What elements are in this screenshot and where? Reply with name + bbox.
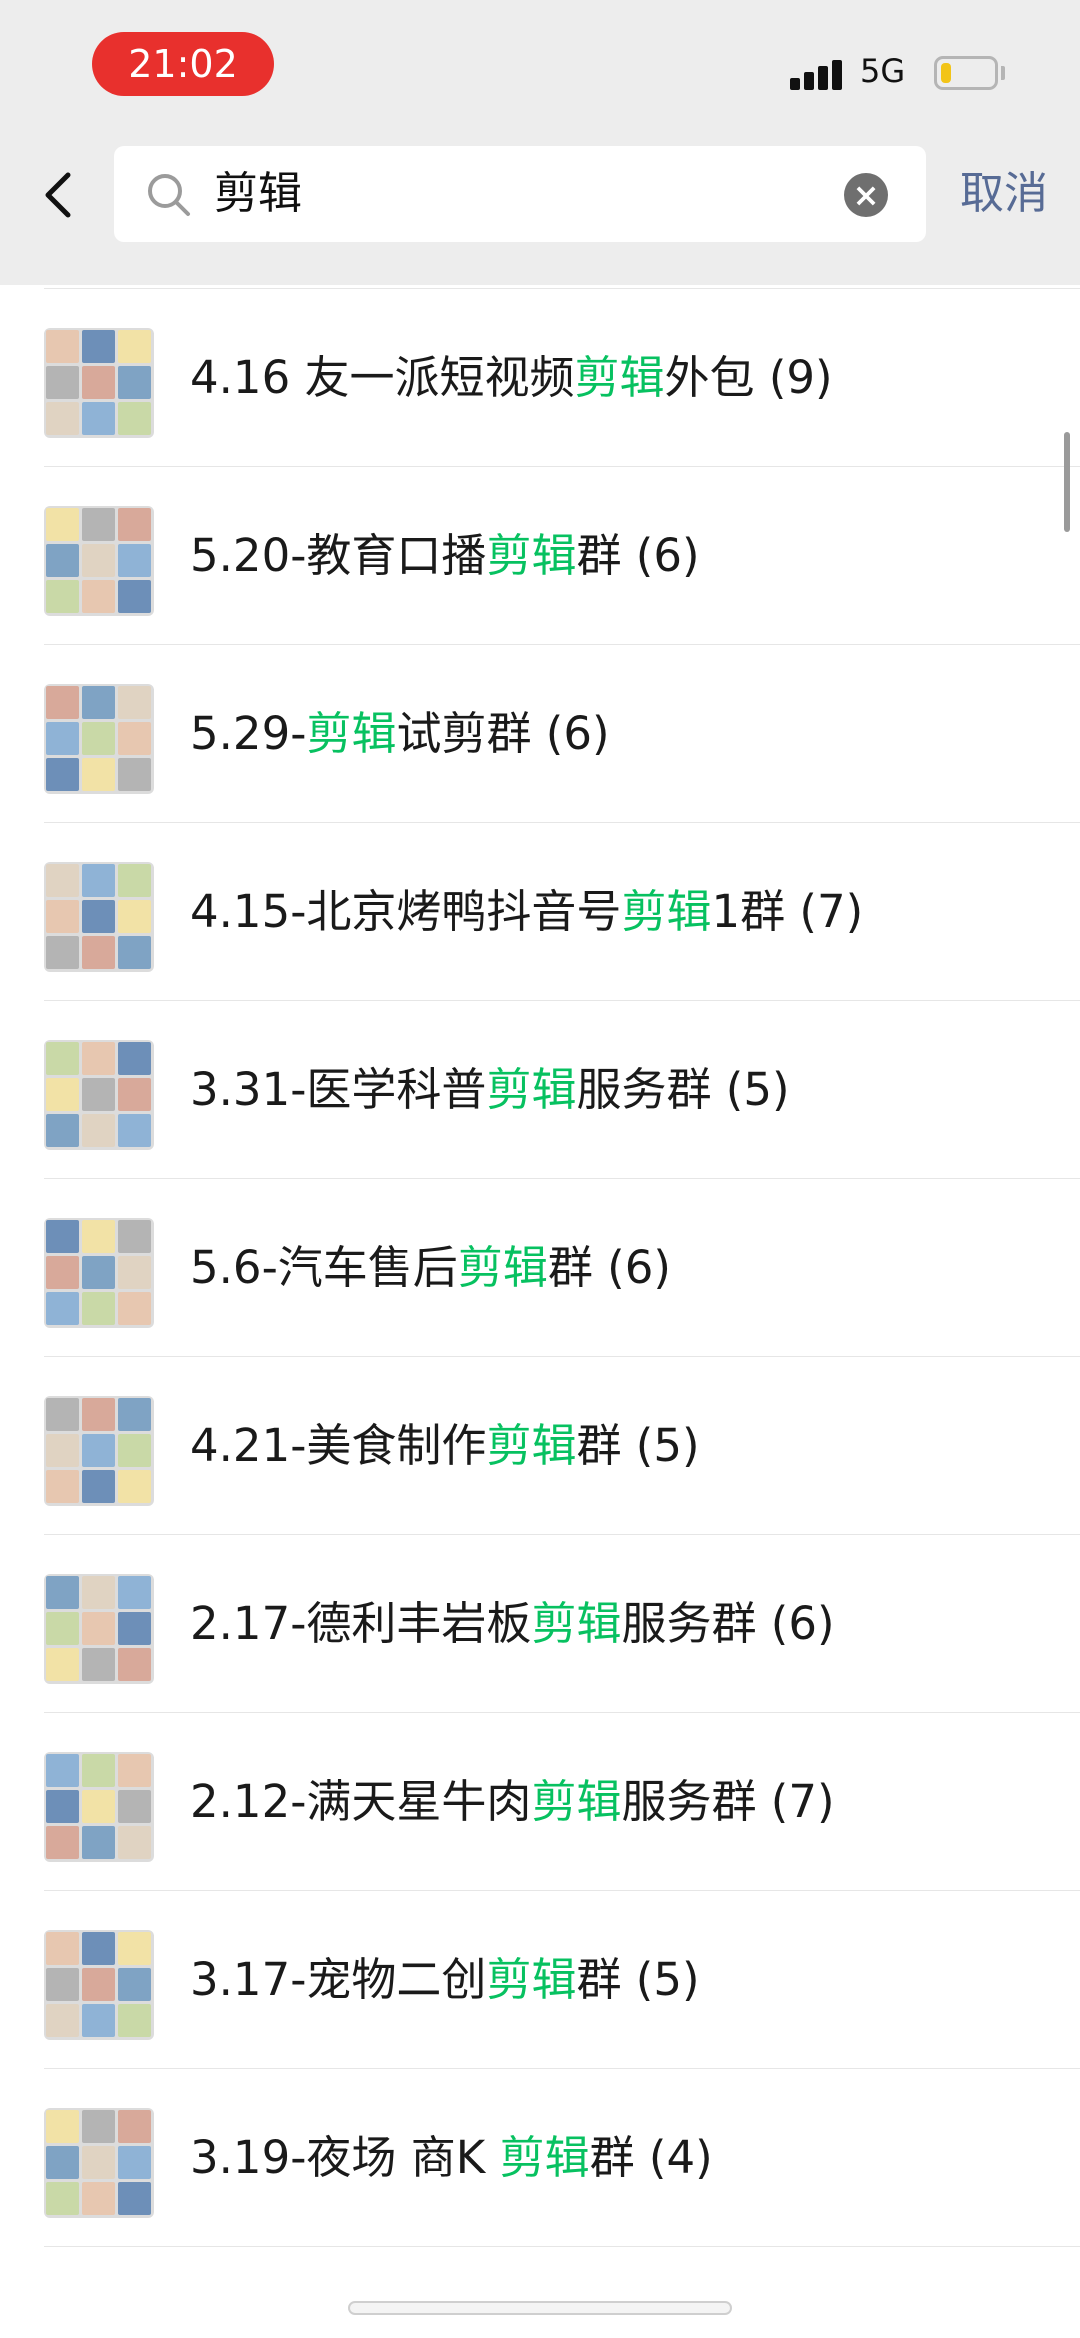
match-highlight: 剪辑 — [531, 1597, 622, 1650]
member-count: (6) — [531, 707, 610, 760]
status-time[interactable]: 21:02 — [92, 32, 274, 96]
list-item[interactable]: 3.31-医学科普剪辑服务群 (5) — [44, 1001, 1080, 1179]
group-avatar — [44, 1040, 154, 1150]
match-highlight: 剪辑 — [306, 707, 397, 760]
list-item[interactable]: 2.17-德利丰岩板剪辑服务群 (6) — [44, 1535, 1080, 1713]
list-item[interactable]: 3.17-宠物二创剪辑群 (5) — [44, 1891, 1080, 2069]
group-name: 5.20-教育口播剪辑群 (6) — [190, 529, 700, 582]
group-avatar — [44, 1218, 154, 1328]
header: 21:02 5G 剪辑 × 取消 — [0, 0, 1080, 285]
list-item[interactable]: 4.16 友一派短视频剪辑外包 (9) — [44, 289, 1080, 467]
group-name: 3.31-医学科普剪辑服务群 (5) — [190, 1063, 790, 1116]
network-type: 5G — [860, 52, 906, 90]
group-avatar — [44, 1574, 154, 1684]
group-avatar — [44, 1930, 154, 2040]
group-avatar — [44, 328, 154, 438]
list-item[interactable]: 4.15-北京烤鸭抖音号剪辑1群 (7) — [44, 823, 1080, 1001]
member-count: (6) — [592, 1241, 671, 1294]
group-avatar — [44, 1752, 154, 1862]
match-highlight: 剪辑 — [499, 2131, 590, 2184]
member-count: (5) — [621, 1953, 700, 2006]
group-name: 3.19-夜场 商K 剪辑群 (4) — [190, 2131, 713, 2184]
list-item[interactable]: 5.6-汽车售后剪辑群 (6) — [44, 1179, 1080, 1357]
match-highlight: 剪辑 — [486, 1063, 577, 1116]
group-avatar — [44, 506, 154, 616]
search-query[interactable]: 剪辑 — [214, 146, 302, 242]
group-name: 4.16 友一派短视频剪辑外包 (9) — [190, 351, 833, 404]
group-avatar — [44, 862, 154, 972]
member-count: (6) — [621, 529, 700, 582]
group-name: 2.17-德利丰岩板剪辑服务群 (6) — [190, 1597, 835, 1650]
status-bar: 21:02 5G — [0, 0, 1080, 130]
member-count: (4) — [634, 2131, 713, 2184]
group-avatar — [44, 684, 154, 794]
group-name: 5.29-剪辑试剪群 (6) — [190, 707, 610, 760]
member-count: (5) — [711, 1063, 790, 1116]
list-item[interactable]: 2.12-满天星牛肉剪辑服务群 (7) — [44, 1713, 1080, 1891]
match-highlight: 剪辑 — [531, 1775, 622, 1828]
group-name: 4.21-美食制作剪辑群 (5) — [190, 1419, 700, 1472]
match-highlight: 剪辑 — [457, 1241, 548, 1294]
group-avatar — [44, 2108, 154, 2218]
list-item[interactable]: 5.20-教育口播剪辑群 (6) — [44, 467, 1080, 645]
group-name: 5.6-汽车售后剪辑群 (6) — [190, 1241, 671, 1294]
group-name: 2.12-满天星牛肉剪辑服务群 (7) — [190, 1775, 835, 1828]
group-name: 4.15-北京烤鸭抖音号剪辑1群 (7) — [190, 885, 864, 938]
signal-icon — [790, 58, 846, 90]
match-highlight: 剪辑 — [486, 529, 577, 582]
clear-icon[interactable]: × — [844, 173, 888, 217]
match-highlight: 剪辑 — [574, 351, 665, 404]
search-results-list: 4.10-阿元黄金剪辑群（重庆） (5)4.16 友一派短视频剪辑外包 (9)5… — [0, 112, 1080, 2247]
member-count: (9) — [754, 351, 833, 404]
cancel-button[interactable]: 取消 — [960, 158, 1048, 230]
scrollbar[interactable] — [1064, 432, 1070, 532]
match-highlight: 剪辑 — [486, 1953, 577, 2006]
member-count: (5) — [621, 1419, 700, 1472]
member-count: (6) — [756, 1597, 835, 1650]
list-item[interactable]: 3.19-夜场 商K 剪辑群 (4) — [44, 2069, 1080, 2247]
battery-icon — [934, 56, 998, 90]
back-chevron-icon[interactable] — [30, 165, 90, 225]
group-avatar — [44, 1396, 154, 1506]
member-count: (7) — [785, 885, 864, 938]
match-highlight: 剪辑 — [621, 885, 712, 938]
member-count: (7) — [756, 1775, 835, 1828]
search-input[interactable]: 剪辑 × — [114, 146, 926, 242]
match-highlight: 剪辑 — [486, 1419, 577, 1472]
group-name: 3.17-宠物二创剪辑群 (5) — [190, 1953, 700, 2006]
search-icon — [148, 174, 190, 216]
battery-cap — [1001, 66, 1005, 80]
list-item[interactable]: 4.21-美食制作剪辑群 (5) — [44, 1357, 1080, 1535]
home-indicator[interactable] — [348, 2301, 732, 2315]
list-item[interactable]: 5.29-剪辑试剪群 (6) — [44, 645, 1080, 823]
